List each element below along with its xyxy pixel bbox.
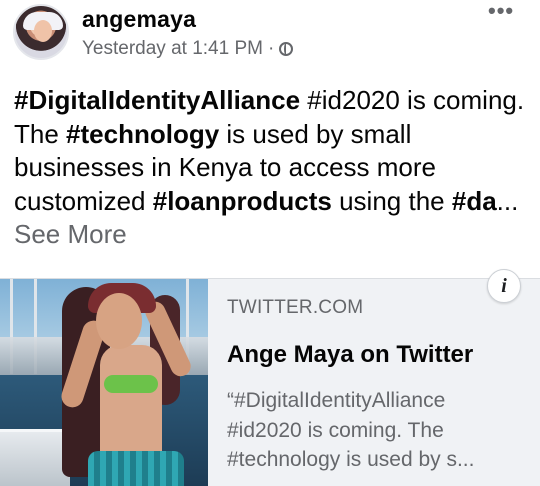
- link-preview-card[interactable]: TWITTER.COM Ange Maya on Twitter “#Digit…: [0, 269, 540, 486]
- person-skirt: [88, 451, 184, 486]
- meta-separator: ·: [267, 38, 275, 59]
- person-head: [96, 293, 142, 349]
- post-text-ellipsis: ...: [496, 185, 519, 216]
- boat-railing: [0, 429, 70, 486]
- link-preview-body[interactable]: TWITTER.COM Ange Maya on Twitter “#Digit…: [227, 279, 527, 486]
- person-bikini: [104, 375, 158, 393]
- post-header: angemaya Yesterday at 1:41 PM · •••: [0, 0, 540, 72]
- post-meta: Yesterday at 1:41 PM ·: [82, 38, 294, 60]
- post-text: #DigitalIdentityAlliance #id2020 is comi…: [14, 84, 530, 252]
- link-preview-image[interactable]: [0, 279, 208, 486]
- post-timestamp[interactable]: Yesterday at 1:41 PM: [82, 38, 263, 60]
- hashtag-technology[interactable]: #technology: [66, 119, 219, 149]
- hashtag-loanproducts[interactable]: #loanproducts: [153, 186, 332, 216]
- info-icon[interactable]: i: [487, 269, 521, 303]
- hashtag-truncated[interactable]: #da: [452, 186, 497, 216]
- more-options-icon[interactable]: •••: [488, 0, 514, 22]
- globe-icon[interactable]: [279, 42, 294, 56]
- link-title[interactable]: Ange Maya on Twitter: [227, 341, 473, 369]
- avatar-face: [34, 20, 52, 42]
- hashtag-digitalidentityalliance[interactable]: #DigitalIdentityAlliance: [14, 85, 300, 115]
- author-name[interactable]: angemaya: [82, 6, 196, 33]
- post-text-segment: using the: [331, 185, 452, 216]
- link-domain: TWITTER.COM: [227, 297, 364, 318]
- see-more-link[interactable]: See More: [14, 219, 127, 249]
- link-description: “#DigitalIdentityAlliance #id2020 is com…: [227, 389, 475, 471]
- author-avatar[interactable]: [13, 4, 69, 60]
